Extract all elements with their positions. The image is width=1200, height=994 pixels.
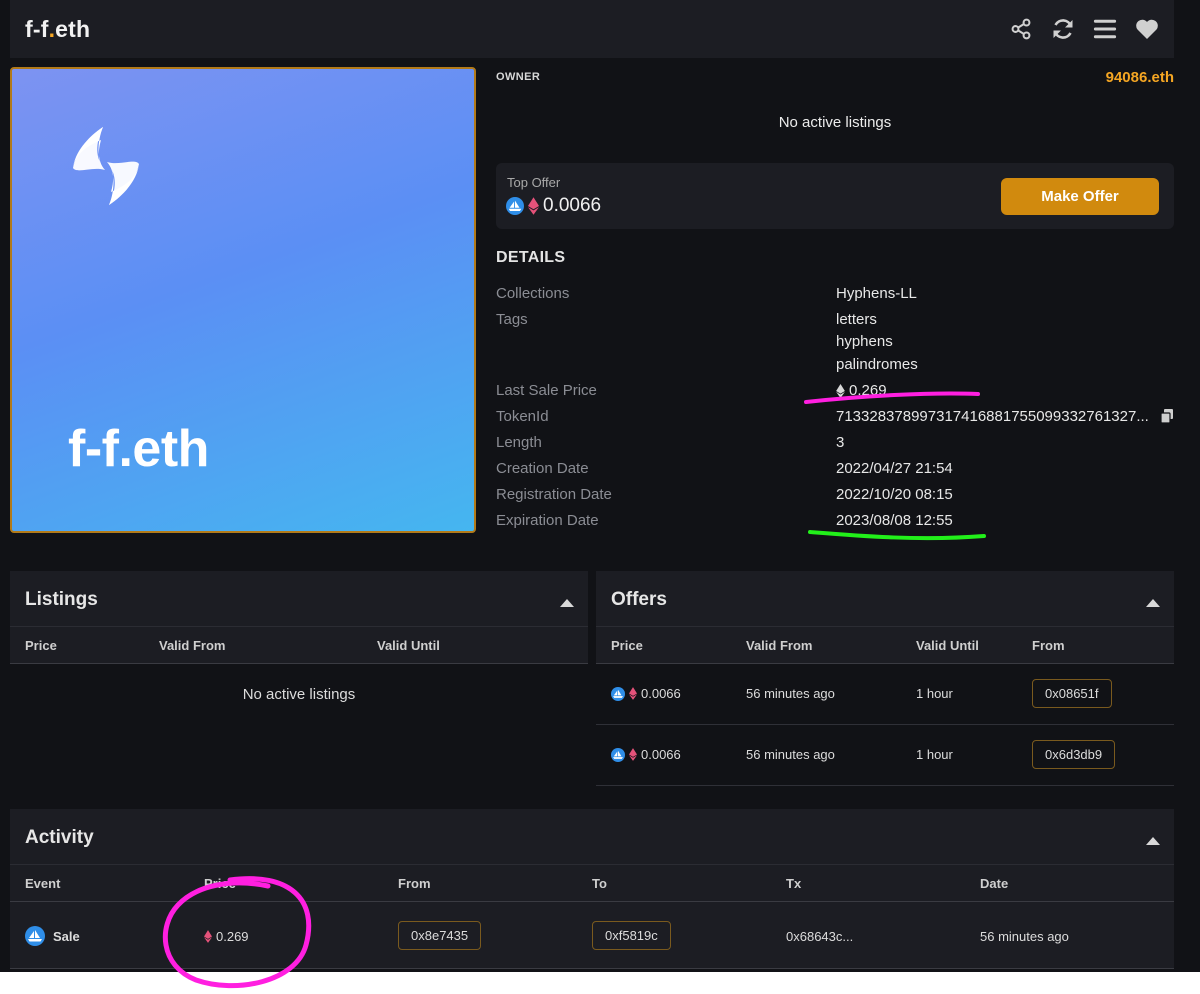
offers-title: Offers	[611, 589, 667, 610]
listings-panel: Listings Price Valid From Valid Until	[10, 571, 588, 664]
activity-header-row: Event Price From To Tx Date	[10, 864, 1174, 902]
activity-to-address[interactable]: 0xf5819c	[592, 921, 671, 950]
green-underline-annotation	[808, 530, 986, 541]
magenta-underline-annotation	[804, 391, 980, 404]
tag-item[interactable]: palindromes	[836, 356, 918, 373]
details-title: DETAILS	[496, 249, 566, 266]
ens-logo-icon	[67, 124, 145, 213]
top-header: f-f.eth	[10, 0, 1174, 58]
eth-icon	[629, 748, 637, 761]
owner-label: OWNER	[496, 71, 541, 83]
offer-from-address[interactable]: 0x08651f	[1032, 679, 1112, 708]
opensea-icon	[506, 197, 524, 215]
owner-link[interactable]: 94086.eth	[1106, 69, 1174, 86]
eth-icon	[204, 930, 212, 943]
make-offer-button[interactable]: Make Offer	[1001, 178, 1159, 215]
collapse-chevron-icon[interactable]	[1146, 594, 1160, 612]
collection-link[interactable]: Hyphens-LL	[836, 285, 917, 302]
expiration-value: 2023/08/08 12:55	[836, 512, 953, 529]
top-offer-price: 0.0066	[506, 195, 601, 217]
listings-empty: No active listings	[242, 686, 356, 703]
top-offer-box: Top Offer 0.0066 Make Offer	[496, 163, 1174, 229]
opensea-icon	[611, 747, 625, 762]
opensea-icon	[25, 926, 45, 946]
heart-icon[interactable]	[1135, 17, 1159, 41]
nft-image-card: f-f.eth	[10, 67, 476, 533]
tokenid-value: 713328378997317416881755099332761327...	[836, 408, 1149, 425]
eth-icon	[836, 383, 845, 398]
tx-link[interactable]: 0x68643c...	[786, 929, 853, 944]
collapse-chevron-icon[interactable]	[1146, 832, 1160, 850]
offers-panel: Offers Price Valid From Valid Until From	[596, 571, 1174, 664]
eth-icon	[629, 687, 637, 700]
last-sale-value: 0.269	[849, 382, 887, 399]
offer-from-address[interactable]: 0x6d3db9	[1032, 740, 1116, 769]
collapse-chevron-icon[interactable]	[560, 594, 574, 612]
listings-header-row: Price Valid From Valid Until	[10, 626, 588, 664]
activity-panel: Activity Event Price From To Tx Date Sal…	[10, 809, 1174, 969]
event-type: Sale	[53, 928, 80, 944]
listing-status: No active listings	[778, 114, 892, 131]
app-logo[interactable]: f-f.eth	[25, 16, 90, 43]
eth-icon	[528, 197, 539, 215]
nft-name: f-f.eth	[68, 420, 209, 478]
menu-icon[interactable]	[1093, 17, 1117, 41]
tag-item[interactable]: hyphens	[836, 333, 893, 350]
refresh-icon[interactable]	[1051, 17, 1075, 41]
share-icon[interactable]	[1009, 17, 1033, 41]
page-bottom-strip	[0, 972, 1200, 994]
activity-from-address[interactable]: 0x8e7435	[398, 921, 482, 950]
opensea-icon	[611, 686, 625, 701]
activity-title: Activity	[25, 827, 94, 848]
top-offer-label: Top Offer	[507, 175, 561, 190]
row-divider	[10, 968, 1174, 969]
offers-rows: 0.0066 56 minutes ago 1 hour 0x08651f 0.…	[596, 664, 1174, 786]
row-divider	[596, 785, 1174, 786]
offers-header-row: Price Valid From Valid Until From	[596, 626, 1174, 664]
listings-title: Listings	[25, 589, 98, 610]
copy-icon[interactable]	[1160, 408, 1174, 428]
tag-item[interactable]: letters	[836, 311, 877, 328]
row-divider	[596, 724, 1174, 725]
